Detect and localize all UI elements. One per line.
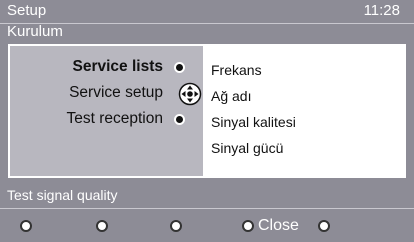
submenu-item-network-name[interactable]: Ağ adı	[211, 88, 251, 104]
status-bar: Test signal quality	[0, 184, 414, 209]
red-button-icon[interactable]	[20, 220, 32, 232]
yellow-button-icon[interactable]	[170, 220, 182, 232]
header-bar: Setup 11:28	[0, 0, 414, 24]
blue-button-icon[interactable]	[318, 220, 330, 232]
bullet-icon	[174, 114, 185, 125]
menu-item-service-setup[interactable]: Service setup	[69, 84, 163, 102]
menu-title: Setup	[7, 2, 47, 19]
main-menu: Service lists Service setup Test recepti…	[10, 46, 203, 176]
tv-osd-screen: Setup 11:28 Kurulum Service lists Servic…	[0, 0, 414, 242]
clock: 11:28	[363, 2, 400, 19]
close-button[interactable]: Close	[258, 217, 299, 235]
close-button-icon[interactable]	[242, 220, 254, 232]
navigation-cross-icon	[178, 82, 202, 106]
status-divider	[0, 208, 414, 209]
menu-subtitle: Kurulum	[7, 23, 63, 40]
color-key-bar: Close	[0, 212, 414, 242]
menu-item-test-reception[interactable]: Test reception	[67, 110, 164, 128]
menu-panel: Service lists Service setup Test recepti…	[8, 44, 406, 178]
help-text: Test signal quality	[7, 187, 118, 203]
bullet-icon	[174, 62, 185, 73]
submenu-item-signal-strength[interactable]: Sinyal gücü	[211, 140, 283, 156]
green-button-icon[interactable]	[96, 220, 108, 232]
submenu-item-frequency[interactable]: Frekans	[211, 62, 262, 78]
submenu-item-signal-quality[interactable]: Sinyal kalitesi	[211, 114, 296, 130]
menu-item-service-lists[interactable]: Service lists	[73, 58, 163, 76]
sub-menu: Frekans Ağ adı Sinyal kalitesi Sinyal gü…	[203, 46, 404, 176]
